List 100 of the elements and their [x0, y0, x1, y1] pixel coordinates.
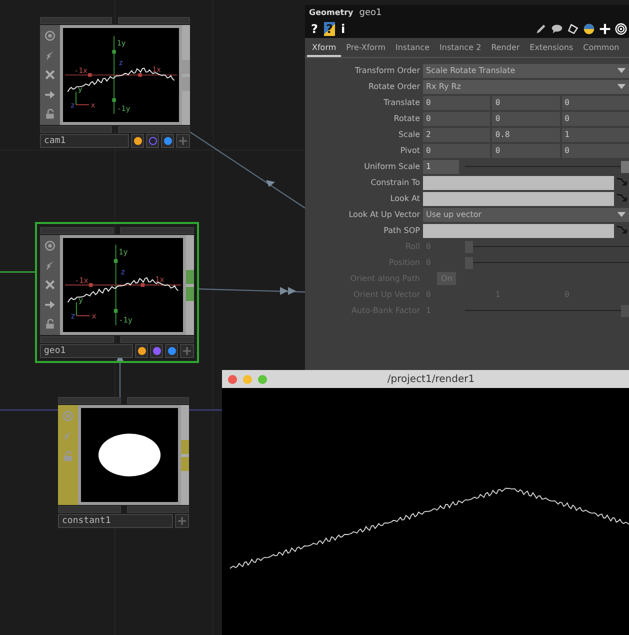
number-field[interactable]: 0.8 [492, 128, 560, 142]
parameter-label: Translate [382, 98, 421, 107]
flag-button[interactable] [135, 344, 148, 358]
operator-node[interactable]: 1y -1y -1x 1x z y z x geo1 [35, 222, 199, 363]
flag-button[interactable] [146, 134, 159, 148]
parameter-label: Rotate Order [368, 82, 421, 91]
axis-label: -1x [74, 66, 88, 76]
number-field[interactable]: 0 [423, 144, 490, 158]
parameter-label: Path SOP [382, 226, 421, 235]
axis-marker [112, 50, 116, 54]
parameter-label: Look At Up Vector [348, 210, 421, 219]
axis-marker [114, 259, 118, 263]
path-field[interactable] [423, 176, 614, 190]
node-name[interactable]: cam1 [40, 134, 129, 148]
tab[interactable]: Instance [390, 42, 435, 57]
tab[interactable]: Instance 2 [434, 42, 486, 57]
dropdown-menu[interactable]: Rx Ry Rz [423, 80, 629, 94]
axis-label: 1y [116, 38, 126, 48]
dropdown-menu[interactable]: Scale Rotate Translate [423, 64, 629, 78]
target-icon[interactable] [615, 23, 627, 35]
connector-tab[interactable] [186, 270, 194, 284]
tab[interactable]: Pre-Xform [341, 42, 390, 57]
connector-tab[interactable] [182, 76, 190, 90]
flag-button[interactable] [161, 134, 174, 148]
input-bar[interactable] [40, 227, 114, 234]
comment-icon[interactable] [551, 23, 563, 35]
help-button[interactable]: ? [309, 22, 320, 36]
parameter-label: Constrain To [370, 178, 421, 187]
input-bar[interactable] [40, 17, 112, 24]
parameter-label: Uniform Scale [363, 162, 421, 171]
number-field[interactable]: 0 [562, 96, 629, 110]
axis-marker [88, 283, 93, 287]
connector-tab[interactable] [181, 456, 189, 470]
axis-label: 1x [155, 275, 164, 284]
number-field[interactable]: 0 [492, 112, 560, 126]
close-button[interactable] [228, 374, 237, 384]
flag-button[interactable] [131, 134, 144, 148]
tab[interactable]: Xform [307, 42, 342, 57]
minimize-button[interactable] [243, 374, 252, 384]
operator-type: Geometry [309, 8, 354, 17]
flag-button[interactable] [165, 344, 178, 358]
input-bar[interactable] [58, 397, 120, 404]
path-field[interactable] [423, 224, 614, 238]
number-field[interactable]: 0 [562, 112, 629, 126]
slider-track[interactable] [465, 160, 629, 174]
input-bar[interactable] [118, 17, 190, 24]
pencil-icon[interactable] [535, 23, 547, 35]
path-field[interactable] [423, 192, 614, 206]
output-bar[interactable] [40, 336, 114, 343]
axis-marker [138, 73, 142, 77]
python-icon[interactable] [583, 23, 595, 35]
caret-icon [617, 84, 626, 89]
link-arrow-icon[interactable] [616, 176, 629, 188]
link-arrow-icon[interactable] [616, 224, 629, 236]
axis-marker [140, 283, 145, 287]
axis-marker [112, 98, 116, 102]
axis-label: -1y [118, 315, 133, 324]
connector-line [0, 271, 36, 273]
input-bar[interactable] [120, 227, 194, 234]
flag-button[interactable] [150, 344, 163, 358]
number-field[interactable]: 0 [562, 144, 629, 158]
dropdown-menu[interactable]: Use up vector [423, 208, 629, 222]
output-bar[interactable] [40, 126, 112, 133]
number-field[interactable]: 1 [562, 128, 629, 142]
node-name[interactable]: geo1 [40, 344, 133, 358]
axis-label: -1x [74, 276, 88, 286]
axis-label: 1y [118, 247, 128, 256]
operator-node[interactable]: constant1 [53, 392, 194, 533]
axis-label: z [120, 267, 126, 276]
connector-tab[interactable] [186, 286, 194, 300]
slider-track[interactable] [465, 240, 629, 254]
input-bar[interactable] [126, 397, 189, 404]
tab[interactable]: Render [486, 42, 525, 57]
operator-node[interactable]: 1y -1y -1x 1x z y z x cam1 [35, 12, 195, 153]
connector-tab[interactable] [182, 60, 190, 74]
zoom-button[interactable] [258, 374, 267, 384]
window-title: /project1/render1 [386, 374, 476, 384]
parameter-label: Pivot [399, 146, 421, 155]
number-field[interactable]: 1 [423, 160, 459, 174]
number-field[interactable]: 0 [423, 96, 490, 110]
slider-thumb[interactable] [621, 160, 629, 172]
node-name[interactable]: constant1 [58, 514, 173, 528]
parameter-label: Scale [397, 130, 421, 139]
link-arrow-icon[interactable] [616, 192, 629, 204]
axis-label: -1y [116, 104, 130, 114]
output-bar[interactable] [126, 506, 189, 513]
help-button[interactable]: i [338, 22, 348, 36]
number-field[interactable]: 0 [423, 112, 490, 126]
caret-icon [617, 68, 626, 73]
connector-tab[interactable] [181, 440, 189, 454]
number-field[interactable]: 2 [423, 128, 490, 142]
ellipse-shape [98, 434, 161, 476]
tab[interactable]: Common [578, 42, 624, 57]
operator-name[interactable]: geo1 [359, 8, 382, 18]
number-field[interactable]: 0 [492, 96, 560, 110]
number-field[interactable]: 0 [492, 144, 560, 158]
output-bar[interactable] [58, 506, 120, 513]
tab[interactable]: Extensions [524, 42, 578, 57]
axis-gizmo-drawing: y z x [70, 84, 96, 110]
axis-label: z [118, 58, 124, 67]
